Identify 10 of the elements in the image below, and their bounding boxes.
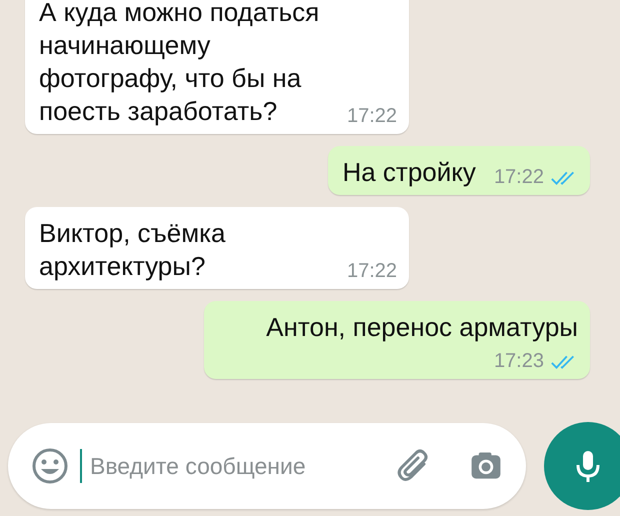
emoji-icon[interactable] <box>30 446 70 486</box>
message-time: 17:22 <box>494 166 544 189</box>
message-text: Виктор, съёмка архитектуры? <box>39 217 227 283</box>
message-text: На стройку <box>342 156 476 189</box>
message-time: 17:23 <box>494 350 544 373</box>
message-input-field[interactable]: Введите сообщение <box>88 452 388 480</box>
message-text: А куда можно податься начинающему фотографу, что бы на поесть заработать? <box>39 0 320 128</box>
message-time: 17:22 <box>347 105 398 128</box>
message-text: Антон, перенос арматуры <box>266 311 578 344</box>
message-time: 17:22 <box>347 260 398 283</box>
